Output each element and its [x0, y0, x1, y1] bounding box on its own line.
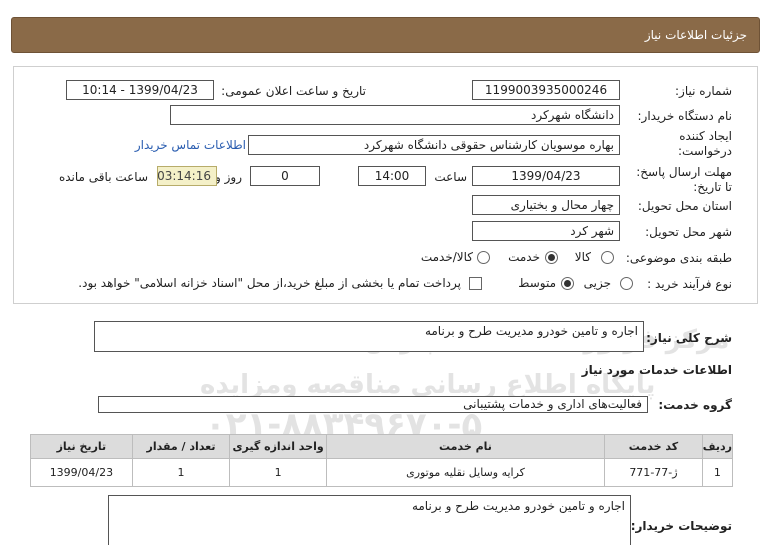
remaining-time-label: ساعت باقی مانده	[58, 170, 148, 184]
buyer-notes-field: اجاره و تامین خودرو مدیریت طرح و برنامه	[108, 495, 631, 545]
process-label: نوع فرآیند خرید :	[647, 277, 732, 291]
cell-need-date: 1399/04/23	[30, 458, 133, 487]
city-label: شهر محل تحویل:	[645, 225, 732, 239]
cell-row-number: 1	[701, 458, 734, 487]
process-minor-radio[interactable]	[620, 277, 633, 290]
services-table: ردیف کد خدمت نام خدمت واحد اندازه گیری ت…	[30, 434, 734, 487]
col-service-name-header: نام خدمت	[325, 434, 606, 459]
service-group-field: فعالیت‌های اداری و خدمات پشتیبانی	[98, 396, 648, 413]
services-info-heading: اطلاعات خدمات مورد نیاز	[581, 363, 732, 377]
category-service-label: خدمت	[508, 250, 540, 264]
col-quantity-header: تعداد / مقدار	[131, 434, 231, 459]
page-title: جزئیات اطلاعات نیاز	[644, 28, 747, 42]
col-row-number-header: ردیف	[701, 434, 734, 459]
table-row: 1 ژ-77-771 کرایه وسایل نقلیه موتوری 1 1 …	[30, 458, 734, 487]
process-medium-radio[interactable]	[561, 277, 574, 290]
announce-datetime-field: 1399/04/23 - 10:14	[66, 80, 214, 100]
requester-label-line2: درخواست:	[678, 144, 732, 158]
category-goods-service-label: کالا/خدمت	[420, 250, 473, 264]
buyer-org-field: دانشگاه شهرکرد	[170, 105, 620, 125]
days-remaining-field: 0	[250, 166, 320, 186]
deadline-label-line1: مهلت ارسال پاسخ:	[636, 165, 732, 179]
category-goods-label: کالا	[574, 250, 591, 264]
category-service-radio[interactable]	[545, 251, 558, 264]
col-service-code-header: کد خدمت	[604, 434, 703, 459]
page-title-bar: جزئیات اطلاعات نیاز	[11, 17, 760, 53]
col-need-date-header: تاریخ نیاز	[30, 434, 133, 459]
need-number-label: شماره نیاز:	[675, 84, 732, 98]
treasury-payment-checkbox[interactable]	[469, 277, 482, 290]
buyer-org-label: نام دستگاه خریدار:	[637, 109, 733, 123]
requester-field: بهاره موسویان کارشناس حقوقی دانشگاه شهرک…	[248, 135, 620, 155]
summary-field: اجاره و تامین خودرو مدیریت طرح و برنامه	[94, 321, 644, 352]
deadline-time-label: ساعت	[434, 170, 467, 184]
need-number-field: 1199003935000246	[472, 80, 620, 100]
service-group-label: گروه خدمت:	[658, 398, 732, 412]
cell-unit: 1	[229, 458, 327, 487]
services-table-header-row: ردیف کد خدمت نام خدمت واحد اندازه گیری ت…	[30, 434, 734, 459]
category-goods-service-radio[interactable]	[477, 251, 490, 264]
cell-service-code: ژ-77-771	[604, 458, 703, 487]
cell-service-name: کرایه وسایل نقلیه موتوری	[325, 458, 606, 487]
summary-label: شرح کلی نیاز:	[646, 331, 732, 345]
deadline-label-line2: تا تاریخ:	[693, 180, 732, 194]
treasury-payment-note: پرداخت تمام یا بخشی از مبلغ خرید،از محل …	[78, 276, 461, 290]
requester-label-line1: ایجاد کننده	[679, 129, 732, 143]
announce-label: تاریخ و ساعت اعلان عمومی:	[221, 84, 366, 98]
cell-quantity: 1	[131, 458, 231, 487]
days-label: روز و	[215, 170, 242, 184]
deadline-time-field: 14:00	[358, 166, 426, 186]
city-field: شهر کرد	[472, 221, 620, 241]
process-medium-label: متوسط	[518, 276, 556, 290]
province-field: چهار محال و بختیاری	[472, 195, 620, 215]
col-unit-header: واحد اندازه گیری	[229, 434, 327, 459]
province-label: استان محل تحویل:	[637, 199, 732, 213]
category-label: طبقه بندی موضوعی:	[625, 251, 732, 265]
category-goods-radio[interactable]	[601, 251, 614, 264]
buyer-contact-link[interactable]: اطلاعات تماس خریدار	[135, 138, 246, 152]
remaining-time-field: 03:14:16	[157, 166, 217, 186]
buyer-notes-label: توضیحات خریدار:	[630, 519, 732, 533]
deadline-date-field: 1399/04/23	[472, 166, 620, 186]
process-minor-label: جزیی	[583, 276, 611, 290]
